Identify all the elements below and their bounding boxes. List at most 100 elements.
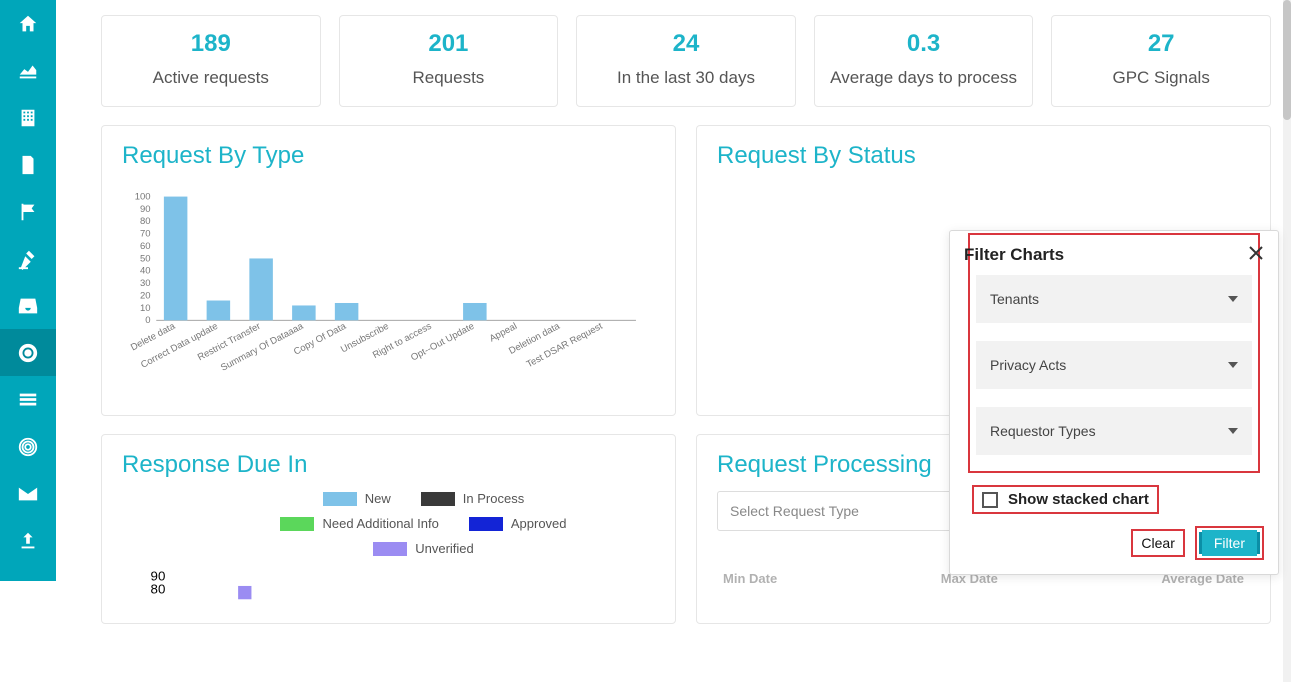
col-min: Min Date — [723, 571, 777, 586]
dropdown-label: Privacy Acts — [990, 357, 1066, 373]
clear-button[interactable]: Clear — [1131, 529, 1184, 557]
kpi-value: 201 — [348, 30, 550, 58]
list-icon — [17, 389, 39, 411]
chevron-down-icon — [1228, 362, 1238, 368]
kpi-active-requests: 189 Active requests — [101, 15, 321, 107]
kpi-last30: 24 In the last 30 days — [576, 15, 796, 107]
card-title: Response Due In — [122, 451, 655, 479]
filter-requestor-types-dropdown[interactable]: Requestor Types — [976, 407, 1252, 455]
inbox-icon — [17, 295, 39, 317]
legend-label: New — [365, 491, 391, 506]
swatch — [323, 492, 357, 506]
nav-document[interactable] — [0, 141, 56, 188]
xtick: Appeal — [488, 321, 519, 345]
filter-tenants-dropdown[interactable]: Tenants — [976, 275, 1252, 323]
ytick: 100 — [135, 191, 151, 202]
area-chart-icon — [17, 60, 39, 82]
dropdown-label: Tenants — [990, 291, 1039, 307]
filter-privacy-acts-dropdown[interactable]: Privacy Acts — [976, 341, 1252, 389]
response-due-chart-partial: 90 80 — [122, 570, 655, 600]
page-scrollbar-track[interactable] — [1283, 0, 1291, 682]
card-request-by-type: Request By Type 0102030405060708090100 D… — [101, 125, 676, 416]
close-icon — [1248, 245, 1264, 261]
nav-home[interactable] — [0, 0, 56, 47]
ytick: 50 — [140, 253, 151, 264]
kpi-value: 24 — [585, 30, 787, 58]
nav-upload[interactable] — [0, 517, 56, 564]
building-icon — [17, 107, 39, 129]
bar — [463, 303, 487, 320]
kpi-requests: 201 Requests — [339, 15, 559, 107]
filter-dropdowns-highlight: Tenants Privacy Acts Requestor Types — [968, 233, 1260, 473]
filter-button[interactable]: Filter — [1202, 530, 1257, 556]
bar — [292, 305, 316, 320]
bar — [335, 303, 359, 320]
nav-gavel[interactable] — [0, 235, 56, 282]
ytick: 10 — [140, 303, 151, 314]
legend-label: Need Additional Info — [322, 516, 438, 531]
legend-item-new: New — [323, 491, 391, 506]
nav-target[interactable] — [0, 423, 56, 470]
upload-icon — [17, 530, 39, 552]
kpi-row: 189 Active requests 201 Requests 24 In t… — [101, 15, 1271, 107]
ytick: 60 — [140, 241, 151, 252]
kpi-label: GPC Signals — [1060, 68, 1262, 88]
flag-icon — [17, 201, 39, 223]
bar — [249, 258, 273, 320]
response-due-legend: New In Process Need Additional Info Appr… — [232, 491, 615, 556]
envelope-icon — [17, 483, 39, 505]
nav-flag[interactable] — [0, 188, 56, 235]
legend-label: Unverified — [415, 541, 474, 556]
kpi-value: 27 — [1060, 30, 1262, 58]
swatch — [469, 517, 503, 531]
filter-panel-title: Filter Charts — [964, 245, 1064, 265]
life-ring-icon — [17, 342, 39, 364]
card-title: Request By Status — [717, 142, 1250, 170]
card-title: Request By Type — [122, 142, 655, 170]
ytick: 90 — [140, 204, 151, 215]
sidebar — [0, 0, 56, 581]
legend-item-unverified: Unverified — [373, 541, 474, 556]
legend-label: In Process — [463, 491, 524, 506]
xtick: Correct Data update — [139, 321, 220, 371]
bar — [164, 197, 188, 321]
nav-support[interactable] — [0, 329, 56, 376]
chevron-down-icon — [1228, 428, 1238, 434]
nav-analytics[interactable] — [0, 47, 56, 94]
swatch — [421, 492, 455, 506]
filter-close-button[interactable] — [1248, 245, 1264, 264]
legend-item-inprocess: In Process — [421, 491, 524, 506]
home-icon — [17, 13, 39, 35]
request-by-type-chart: 0102030405060708090100 Delete dataCorrec… — [122, 182, 655, 392]
chevron-down-icon — [1228, 296, 1238, 302]
ytick: 0 — [145, 315, 150, 326]
gavel-icon — [17, 248, 39, 270]
kpi-label: Active requests — [110, 68, 312, 88]
select-placeholder: Select Request Type — [730, 503, 859, 519]
bar-segment — [238, 586, 251, 599]
kpi-label: Average days to process — [823, 68, 1025, 88]
stacked-chart-checkbox[interactable] — [982, 492, 998, 508]
kpi-label: In the last 30 days — [585, 68, 787, 88]
kpi-avg-days: 0.3 Average days to process — [814, 15, 1034, 107]
page-scrollbar-thumb[interactable] — [1283, 0, 1291, 120]
nav-building[interactable] — [0, 94, 56, 141]
legend-item-approved: Approved — [469, 516, 567, 531]
dropdown-label: Requestor Types — [990, 423, 1096, 439]
stacked-chart-highlight: Show stacked chart — [972, 485, 1159, 514]
target-icon — [17, 436, 39, 458]
ytick: 40 — [140, 266, 151, 277]
ytick: 20 — [140, 290, 151, 301]
swatch — [373, 542, 407, 556]
ytick: 70 — [140, 229, 151, 240]
ytick: 80 — [151, 582, 166, 597]
kpi-value: 0.3 — [823, 30, 1025, 58]
nav-mail[interactable] — [0, 470, 56, 517]
nav-inbox[interactable] — [0, 282, 56, 329]
document-icon — [17, 154, 39, 176]
filter-button-highlight: Filter — [1195, 526, 1264, 560]
kpi-gpc: 27 GPC Signals — [1051, 15, 1271, 107]
nav-list[interactable] — [0, 376, 56, 423]
swatch — [280, 517, 314, 531]
legend-item-needinfo: Need Additional Info — [280, 516, 438, 531]
